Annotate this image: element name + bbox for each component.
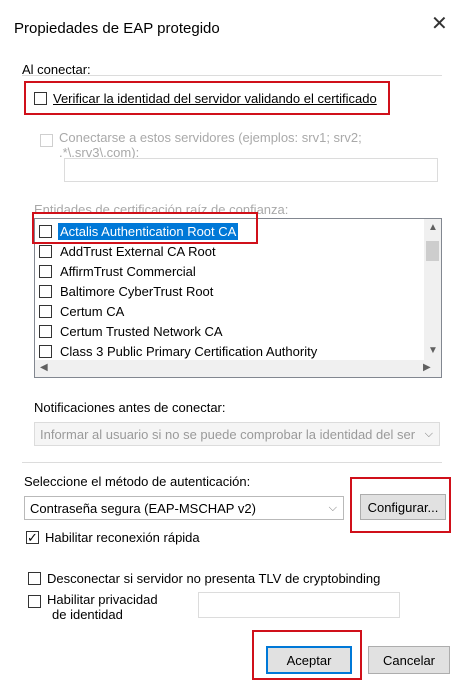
list-item[interactable]: Certum Trusted Network CA	[39, 321, 225, 341]
auth-method-value: Contraseña segura (EAP-MSCHAP v2)	[30, 500, 256, 516]
group-divider	[22, 75, 442, 76]
privacy-label-line1: Habilitar privacidad	[47, 592, 158, 607]
auth-method-select[interactable]: Contraseña segura (EAP-MSCHAP v2) ⌵	[24, 496, 344, 520]
cancel-button[interactable]: Cancelar	[368, 646, 450, 674]
verify-cert-checkbox[interactable]	[34, 92, 47, 105]
group-divider-bottom	[22, 462, 442, 463]
ca-label: AffirmTrust Commercial	[60, 263, 196, 279]
verify-cert-row[interactable]: Verificar la identidad del servidor vali…	[34, 91, 377, 106]
list-item[interactable]: Certum CA	[39, 301, 126, 321]
fast-reconnect-label: Habilitar reconexión rápida	[45, 530, 200, 545]
ca-checkbox[interactable]	[39, 284, 52, 298]
list-item[interactable]: Class 3 Public Primary Certification Aut…	[39, 341, 319, 361]
scroll-down-icon[interactable]: ▼	[428, 345, 438, 356]
cryptobinding-label: Desconectar si servidor no presenta TLV …	[47, 571, 381, 586]
scroll-left-icon[interactable]: ◀	[40, 362, 48, 373]
ca-label: Certum Trusted Network CA	[60, 323, 223, 339]
ca-label: Certum CA	[60, 303, 125, 319]
privacy-row[interactable]: Habilitar privacidad de identidad	[28, 592, 158, 622]
scroll-right-icon[interactable]: ▶	[423, 362, 431, 373]
privacy-label-line2: de identidad	[52, 607, 123, 622]
ca-checkbox[interactable]	[39, 244, 52, 258]
ca-checkbox[interactable]	[39, 264, 52, 278]
notifications-value: Informar al usuario si no se puede compr…	[40, 426, 416, 442]
ca-checkbox[interactable]	[39, 324, 52, 338]
vertical-scrollbar[interactable]: ▲ ▼	[424, 219, 441, 361]
highlight-box-ca	[32, 212, 258, 244]
fast-reconnect-row[interactable]: Habilitar reconexión rápida	[26, 530, 200, 545]
privacy-identity-input	[198, 592, 400, 618]
cryptobinding-checkbox[interactable]	[28, 572, 41, 585]
privacy-checkbox[interactable]	[28, 595, 41, 608]
servers-input	[64, 158, 438, 182]
window-title: Propiedades de EAP protegido	[14, 20, 220, 37]
scroll-up-icon[interactable]: ▲	[428, 222, 438, 233]
ca-checkbox[interactable]	[39, 304, 52, 318]
chevron-down-icon[interactable]: ⌵	[329, 502, 337, 515]
list-item[interactable]: AddTrust External CA Root	[39, 241, 218, 261]
close-icon[interactable]: ✕	[431, 14, 448, 34]
notifications-select: Informar al usuario si no se puede compr…	[34, 422, 440, 446]
cryptobinding-row[interactable]: Desconectar si servidor no presenta TLV …	[28, 571, 380, 586]
auth-method-label: Seleccione el método de autenticación:	[24, 474, 251, 489]
fast-reconnect-checkbox[interactable]	[26, 531, 39, 544]
connect-servers-row: Conectarse a estos servidores (ejemplos:…	[40, 130, 362, 160]
ca-checkbox[interactable]	[39, 344, 52, 358]
notifications-label: Notificaciones antes de conectar:	[34, 400, 226, 415]
connect-servers-checkbox	[40, 134, 53, 147]
scroll-thumb[interactable]	[426, 241, 439, 261]
ca-label: Baltimore CyberTrust Root	[60, 283, 214, 299]
ca-label: Class 3 Public Primary Certification Aut…	[60, 343, 318, 359]
ca-label: AddTrust External CA Root	[60, 243, 216, 259]
horizontal-scrollbar[interactable]: ◀ ▶	[35, 360, 441, 377]
ok-button[interactable]: Aceptar	[266, 646, 352, 674]
list-item[interactable]: AffirmTrust Commercial	[39, 261, 198, 281]
configure-button[interactable]: Configurar...	[360, 494, 446, 520]
verify-cert-label: Verificar la identidad del servidor vali…	[53, 91, 377, 106]
connect-servers-label-line1: Conectarse a estos servidores (ejemplos:…	[59, 130, 362, 145]
chevron-down-icon: ⌵	[424, 427, 433, 440]
list-item[interactable]: Baltimore CyberTrust Root	[39, 281, 215, 301]
